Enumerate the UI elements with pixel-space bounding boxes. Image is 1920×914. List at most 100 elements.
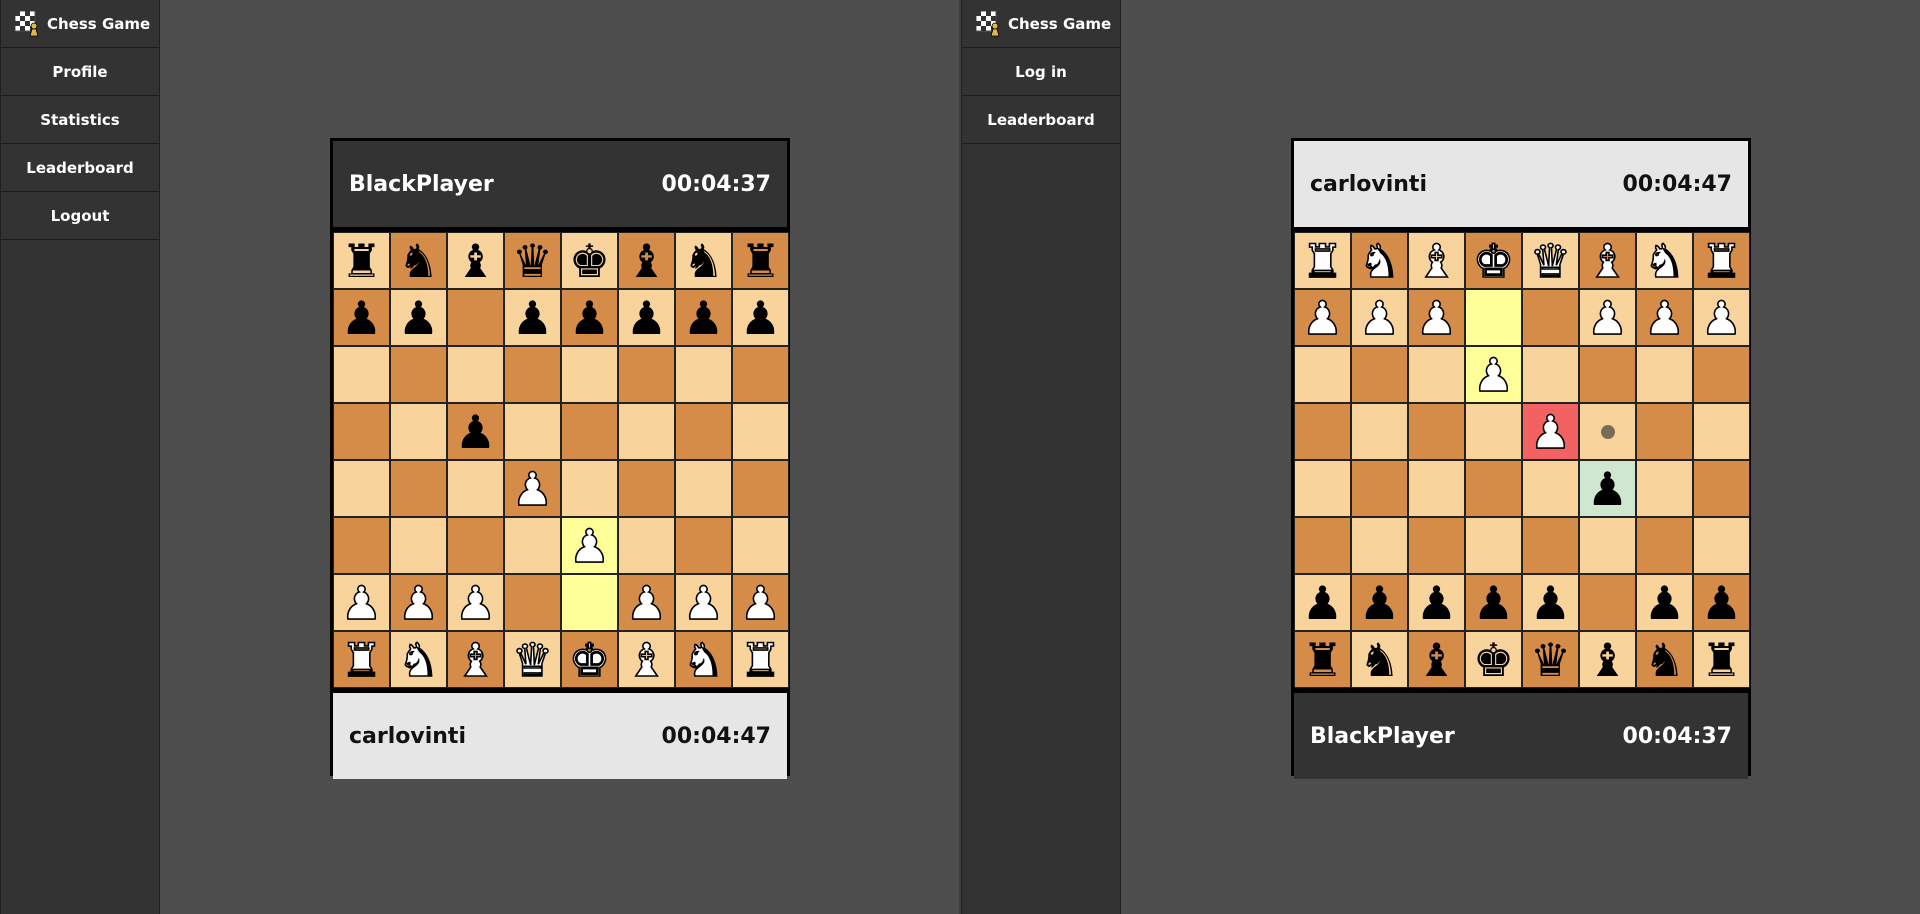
board-square[interactable] — [1579, 517, 1636, 574]
board-square[interactable]: ♟ — [447, 574, 504, 631]
board-square[interactable] — [561, 403, 618, 460]
black-knight-icon[interactable]: ♞ — [1644, 637, 1685, 683]
brand-link[interactable]: Chess Game — [962, 0, 1120, 48]
white-rook-icon[interactable]: ♜ — [1700, 237, 1743, 285]
board-square[interactable] — [1465, 289, 1522, 346]
white-pawn-icon[interactable]: ♟ — [1700, 294, 1743, 342]
nav-log-in[interactable]: Log in — [962, 48, 1120, 96]
board-square[interactable]: ♜ — [1294, 631, 1351, 688]
nav-profile[interactable]: Profile — [1, 48, 159, 96]
black-knight-icon[interactable]: ♞ — [1359, 637, 1400, 683]
board-square[interactable]: ♛ — [1522, 631, 1579, 688]
white-queen-icon[interactable]: ♛ — [511, 636, 554, 684]
white-knight-icon[interactable]: ♞ — [1358, 237, 1401, 285]
board-square[interactable] — [1465, 517, 1522, 574]
board-square[interactable]: ♜ — [732, 232, 789, 289]
board-square[interactable]: ♟ — [1693, 289, 1750, 346]
board-square[interactable] — [1294, 346, 1351, 403]
board-square[interactable] — [618, 460, 675, 517]
board-square[interactable]: ♜ — [1693, 631, 1750, 688]
white-pawn-icon[interactable]: ♟ — [1529, 408, 1572, 456]
board-square[interactable]: ♟ — [390, 289, 447, 346]
board-square[interactable]: ♟ — [732, 574, 789, 631]
board-square[interactable]: ♜ — [732, 631, 789, 688]
board-square[interactable] — [333, 403, 390, 460]
black-rook-icon[interactable]: ♜ — [1302, 637, 1343, 683]
board-square[interactable] — [504, 574, 561, 631]
black-pawn-icon[interactable]: ♟ — [1701, 580, 1742, 626]
board-square[interactable] — [390, 403, 447, 460]
board-square[interactable]: ♟ — [1579, 289, 1636, 346]
board-square[interactable]: ♛ — [504, 631, 561, 688]
board-square[interactable] — [561, 574, 618, 631]
black-pawn-icon[interactable]: ♟ — [569, 295, 610, 341]
board-square[interactable] — [1579, 346, 1636, 403]
white-pawn-icon[interactable]: ♟ — [397, 579, 440, 627]
black-bishop-icon[interactable]: ♝ — [1587, 637, 1628, 683]
board-square[interactable] — [447, 517, 504, 574]
black-pawn-icon[interactable]: ♟ — [626, 295, 667, 341]
board-square[interactable] — [675, 460, 732, 517]
board-square[interactable] — [1693, 346, 1750, 403]
white-knight-icon[interactable]: ♞ — [397, 636, 440, 684]
board-square[interactable]: ♚ — [1465, 232, 1522, 289]
board-square[interactable] — [1636, 403, 1693, 460]
board-square[interactable]: ♞ — [390, 232, 447, 289]
board-square[interactable]: ♟ — [390, 574, 447, 631]
white-bishop-icon[interactable]: ♝ — [454, 636, 497, 684]
move-hint-dot[interactable] — [1600, 424, 1615, 439]
board-square[interactable] — [1579, 574, 1636, 631]
board-square[interactable] — [447, 346, 504, 403]
white-knight-icon[interactable]: ♞ — [1643, 237, 1686, 285]
board-square[interactable]: ♞ — [675, 232, 732, 289]
board-square[interactable]: ♟ — [675, 289, 732, 346]
black-rook-icon[interactable]: ♜ — [1701, 637, 1742, 683]
board-square[interactable] — [1636, 517, 1693, 574]
black-pawn-icon[interactable]: ♟ — [1587, 466, 1628, 512]
board-square[interactable] — [1693, 460, 1750, 517]
nav-leaderboard[interactable]: Leaderboard — [962, 96, 1120, 144]
board-square[interactable]: ♟ — [732, 289, 789, 346]
white-pawn-icon[interactable]: ♟ — [454, 579, 497, 627]
board-square[interactable]: ♟ — [504, 289, 561, 346]
black-pawn-icon[interactable]: ♟ — [1302, 580, 1343, 626]
black-rook-icon[interactable]: ♜ — [740, 238, 781, 284]
black-queen-icon[interactable]: ♛ — [1530, 637, 1571, 683]
board-square[interactable]: ♝ — [1408, 631, 1465, 688]
board-square[interactable] — [732, 460, 789, 517]
board-square[interactable]: ♞ — [1351, 232, 1408, 289]
board-square[interactable] — [561, 346, 618, 403]
board-square[interactable]: ♟ — [333, 289, 390, 346]
white-rook-icon[interactable]: ♜ — [1301, 237, 1344, 285]
board-square[interactable]: ♟ — [1408, 289, 1465, 346]
board-square[interactable]: ♟ — [1408, 574, 1465, 631]
white-bishop-icon[interactable]: ♝ — [625, 636, 668, 684]
white-bishop-icon[interactable]: ♝ — [1586, 237, 1629, 285]
black-pawn-icon[interactable]: ♟ — [1359, 580, 1400, 626]
board-square[interactable]: ♝ — [1579, 631, 1636, 688]
nav-leaderboard[interactable]: Leaderboard — [1, 144, 159, 192]
board-square[interactable] — [1522, 289, 1579, 346]
white-rook-icon[interactable]: ♜ — [340, 636, 383, 684]
white-pawn-icon[interactable]: ♟ — [682, 579, 725, 627]
white-pawn-icon[interactable]: ♟ — [1472, 351, 1515, 399]
board-square[interactable] — [447, 289, 504, 346]
black-queen-icon[interactable]: ♛ — [512, 238, 553, 284]
board-square[interactable]: ♟ — [618, 289, 675, 346]
board-square[interactable] — [618, 517, 675, 574]
board-square[interactable] — [504, 346, 561, 403]
board-square[interactable] — [1351, 517, 1408, 574]
black-knight-icon[interactable]: ♞ — [683, 238, 724, 284]
board-square[interactable] — [1465, 460, 1522, 517]
board-square[interactable] — [390, 517, 447, 574]
white-king-icon[interactable]: ♚ — [568, 636, 611, 684]
board-square[interactable] — [732, 517, 789, 574]
black-pawn-icon[interactable]: ♟ — [1473, 580, 1514, 626]
board-square[interactable] — [504, 517, 561, 574]
black-pawn-icon[interactable]: ♟ — [1416, 580, 1457, 626]
board-square[interactable]: ♟ — [447, 403, 504, 460]
board-square[interactable] — [1636, 460, 1693, 517]
board-square[interactable] — [1693, 403, 1750, 460]
black-pawn-icon[interactable]: ♟ — [1530, 580, 1571, 626]
board-square[interactable] — [675, 403, 732, 460]
